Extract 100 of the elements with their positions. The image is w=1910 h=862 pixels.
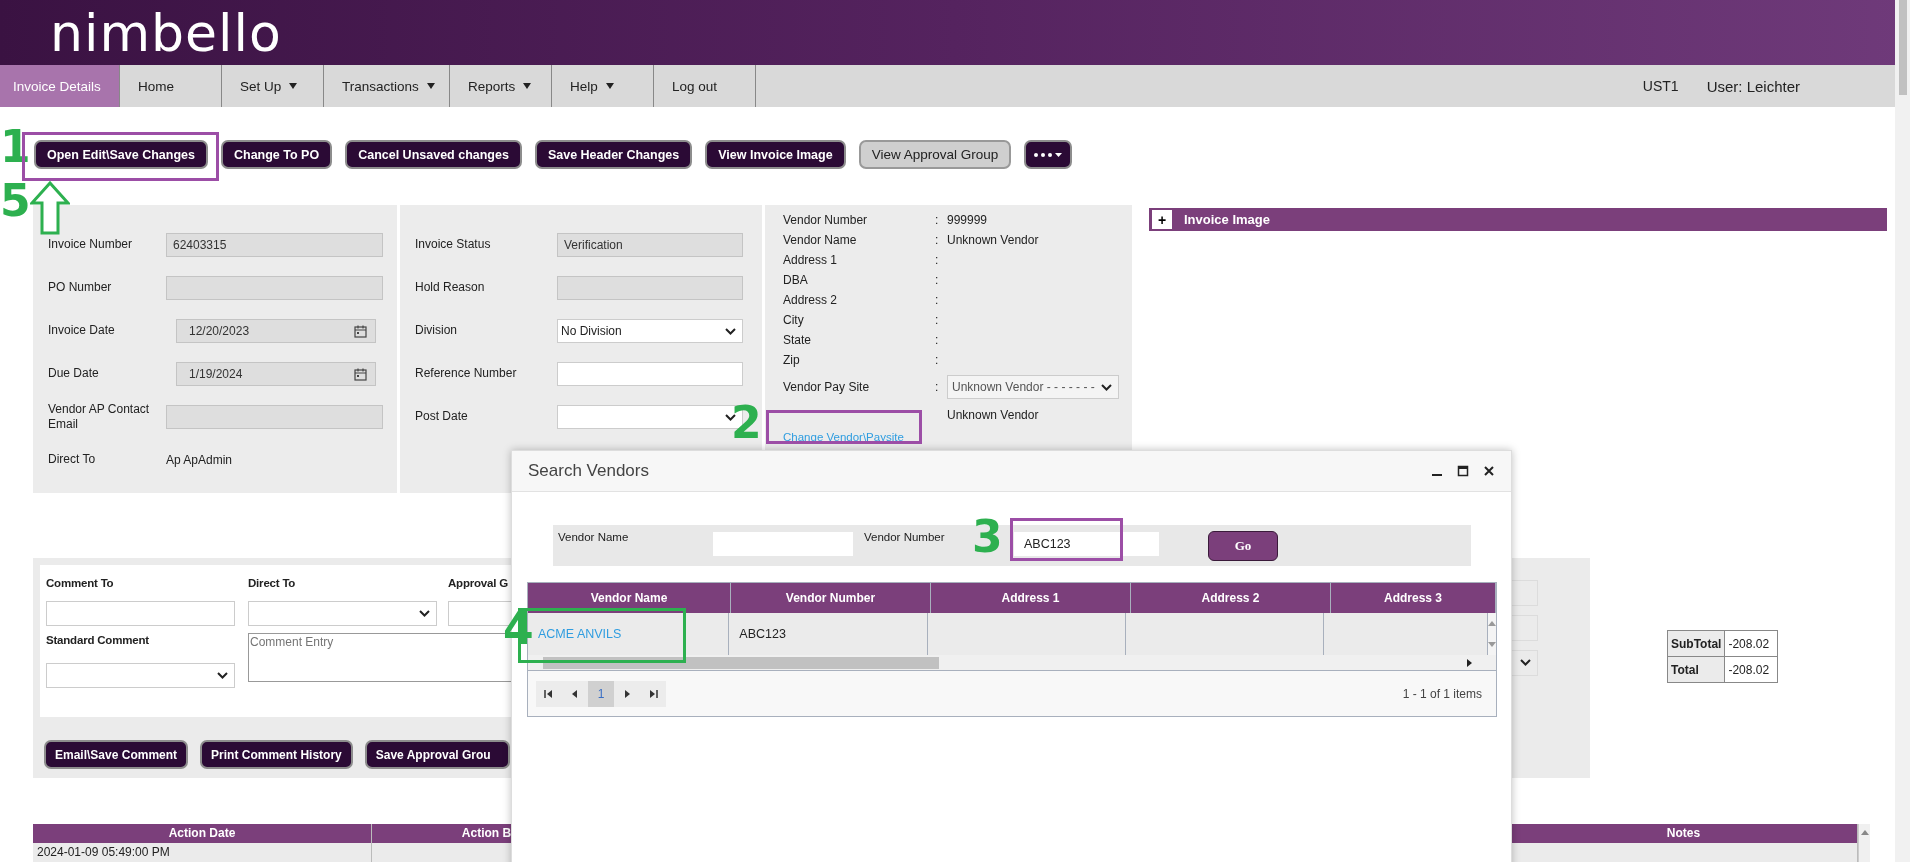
up-arrow-icon	[30, 181, 70, 235]
field-label: PO Number	[48, 280, 113, 295]
select-field[interactable]	[248, 601, 437, 626]
comment-button[interactable]: Print Comment History	[200, 740, 353, 769]
select-field[interactable]: Unknown Vendor - - - - - - -	[947, 375, 1119, 399]
field-label: Hold Reason	[415, 280, 486, 295]
separator: :	[935, 253, 940, 267]
field-label: Invoice Status	[415, 237, 492, 252]
input-field[interactable]	[557, 361, 743, 386]
calendar-icon	[354, 367, 367, 381]
field-label: Post Date	[415, 409, 469, 424]
nav-tab[interactable]: Invoice Details	[0, 65, 120, 107]
field-value: 999999	[947, 213, 988, 227]
separator: :	[935, 233, 940, 247]
column-header: Address 1	[931, 583, 1131, 613]
step-number: 2	[731, 398, 762, 448]
field-label: Vendor Number	[783, 213, 869, 227]
total-label: Total	[1667, 656, 1725, 683]
field-label: Vendor Number	[864, 531, 945, 543]
field-label: Vendor Pay Site	[783, 380, 871, 394]
toolbar-button[interactable]: View Approval Group	[858, 140, 1012, 169]
field-value: Unknown Vendor	[947, 408, 1040, 422]
more-icon	[1033, 150, 1064, 159]
total-value: -208.02	[1724, 656, 1778, 683]
nav-tab[interactable]: Set Up	[222, 65, 324, 107]
input-field[interactable]: 62403315	[166, 232, 383, 257]
input-field[interactable]	[166, 275, 383, 300]
toolbar-button[interactable]: Save Header Changes	[534, 140, 693, 169]
input-field[interactable]	[46, 601, 235, 626]
scroll-up-icon	[1488, 621, 1496, 626]
separator: :	[935, 353, 940, 367]
chevron-icon	[419, 610, 430, 617]
field-label: Division	[415, 323, 458, 338]
separator: :	[935, 293, 940, 307]
field-label: Address 1	[783, 253, 839, 267]
scrollbar[interactable]	[1895, 0, 1910, 862]
field-value: Unknown Vendor	[947, 233, 1039, 247]
separator: :	[935, 380, 940, 394]
field-label: Due Date	[48, 366, 100, 381]
field-label: Vendor Name	[558, 531, 629, 543]
logo: nimbello	[50, 6, 282, 59]
table-cell: 2024-01-09 05:49:00 PM	[33, 843, 372, 862]
nav-tab[interactable]: Transactions	[324, 65, 450, 107]
chevron-icon	[725, 327, 736, 335]
chevron-icon	[1101, 384, 1112, 391]
field-value: Ap ApAdmin	[166, 452, 233, 467]
separator: :	[935, 313, 940, 327]
separator: :	[935, 333, 940, 347]
go-button[interactable]: Go	[1208, 531, 1278, 561]
step-number: 5	[0, 176, 31, 226]
scrollbar[interactable]	[1488, 613, 1496, 655]
field-label: Vendor AP Contact Email	[48, 401, 151, 432]
calendar-icon	[354, 324, 367, 338]
comment-button[interactable]: Save Approval Grou	[364, 740, 510, 769]
chevron-icon	[217, 672, 228, 679]
close-icon[interactable]	[1483, 465, 1495, 477]
nav-tab[interactable]: Log out	[654, 65, 756, 107]
field-label: Address 2	[783, 293, 839, 307]
date-field[interactable]: 1/19/2024	[176, 361, 376, 386]
select-field[interactable]: No Division	[557, 318, 743, 343]
nav-tab[interactable]: Home	[120, 65, 222, 107]
input-field[interactable]: ABC123	[1014, 532, 1159, 556]
column-header: Address 2	[1131, 583, 1331, 613]
nav-tab[interactable]: Reports	[450, 65, 552, 107]
expand-toggle[interactable]: +	[1152, 210, 1172, 229]
nav-tab[interactable]: Help	[552, 65, 654, 107]
input-field[interactable]: Verification	[557, 232, 743, 257]
separator: :	[935, 273, 940, 287]
maximize-icon[interactable]	[1457, 465, 1469, 477]
scroll-up-icon	[1860, 830, 1869, 835]
field-label: State	[783, 333, 813, 347]
input-field[interactable]	[166, 404, 383, 429]
field-label: Vendor Name	[783, 233, 858, 247]
user-label: User: Leichter	[1706, 77, 1800, 95]
input-field[interactable]	[557, 275, 743, 300]
column-header: Address 3	[1331, 583, 1496, 613]
scrollbar[interactable]	[528, 655, 1496, 670]
chevron-icon	[725, 413, 736, 421]
separator: :	[935, 213, 940, 227]
pager-summary: 1 - 1 of 1 items	[1402, 686, 1482, 701]
chevron-icon	[1520, 659, 1531, 666]
field-label: Standard Comment	[46, 634, 150, 646]
date-field[interactable]: 12/20/2023	[176, 318, 376, 343]
comment-button[interactable]: Email\Save Comment	[44, 740, 189, 769]
column-header: Notes	[1510, 824, 1858, 843]
toolbar-button[interactable]: View Invoice Image	[705, 140, 846, 169]
dialog-title: Search Vendors	[528, 461, 649, 481]
toolbar-button[interactable]: Open Edit\Save Changes	[34, 140, 208, 169]
column-header: Action Date	[33, 824, 372, 843]
panel-title: Invoice Image	[1184, 212, 1270, 227]
total-value: -208.02	[1724, 630, 1778, 657]
select-field[interactable]	[46, 663, 235, 688]
field-label: Invoice Number	[48, 237, 134, 252]
step-number: 3	[972, 512, 1003, 562]
toolbar-button[interactable]: Change To PO	[220, 140, 333, 169]
field-label: Invoice Date	[48, 323, 116, 338]
scroll-down-icon	[1488, 642, 1496, 647]
field-label: Reference Number	[415, 366, 518, 381]
toolbar-button[interactable]: Cancel Unsaved changes	[345, 140, 522, 169]
more-button[interactable]	[1024, 140, 1073, 169]
